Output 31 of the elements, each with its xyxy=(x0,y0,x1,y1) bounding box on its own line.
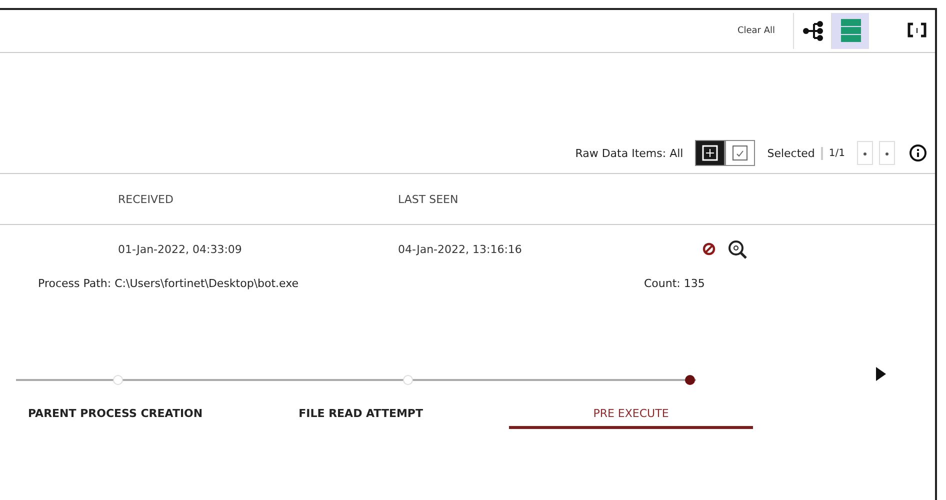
dot-icon xyxy=(863,152,867,156)
step-dot[interactable] xyxy=(402,374,414,386)
mode-toggle[interactable] xyxy=(695,140,726,166)
checkbox-icon xyxy=(732,145,748,161)
active-step-dot[interactable] xyxy=(684,374,696,386)
info-icon[interactable] xyxy=(909,144,927,162)
column-header: RECEIVED xyxy=(118,192,174,206)
next-page-button[interactable] xyxy=(879,141,895,165)
count-label: Count: 135 xyxy=(644,276,705,290)
page-indicator: 1/1 xyxy=(828,148,845,158)
list-icon xyxy=(840,19,860,43)
search-icon[interactable] xyxy=(726,238,748,260)
mode-toggle[interactable] xyxy=(725,140,756,166)
process-path: Process Path: C:\Users\fortinet\Desktop\bot.exe xyxy=(38,276,300,290)
timeline-step[interactable]: PRE EXECUTE xyxy=(508,401,753,429)
raw-data-label: Raw Data Items: All xyxy=(575,146,684,160)
play-icon[interactable] xyxy=(876,367,886,381)
grid-icon xyxy=(702,145,718,161)
timeline-step[interactable]: FILE READ ATTEMPT xyxy=(298,401,423,429)
block-icon[interactable] xyxy=(702,242,716,256)
tree-icon xyxy=(802,21,824,41)
table-cell-text: 01-Jan-2022, 04:33:09 xyxy=(118,242,243,256)
step-dot[interactable] xyxy=(112,374,124,386)
view-toggle[interactable] xyxy=(831,13,869,49)
column-header: LAST SEEN xyxy=(398,192,460,206)
previous-page-button[interactable] xyxy=(857,141,873,165)
table-cell-text: 04-Jan-2022, 13:16:16 xyxy=(398,242,523,256)
clear-all-link[interactable]: Clear All xyxy=(737,26,775,36)
selected-label: Selected xyxy=(767,146,823,160)
dot-icon xyxy=(885,152,889,156)
timeline-step[interactable]: PARENT PROCESS CREATION xyxy=(28,401,203,429)
